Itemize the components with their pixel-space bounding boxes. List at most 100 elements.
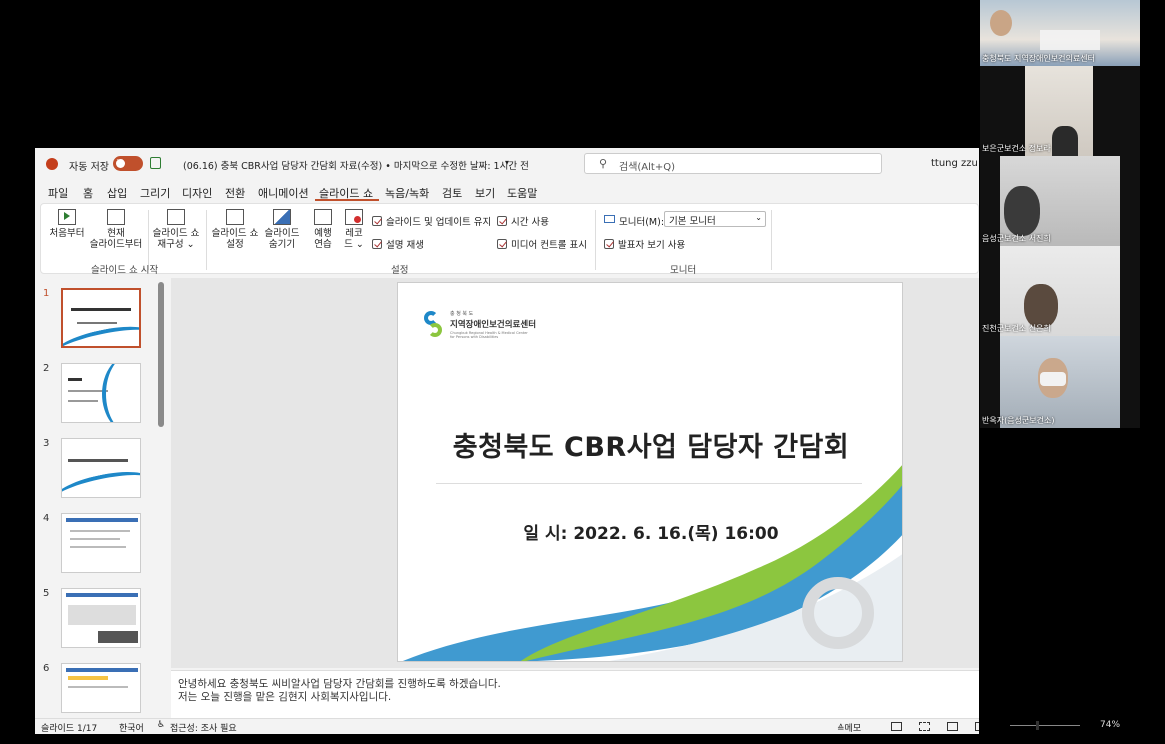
ribbon-panel: 처음부터 현재 슬라이드부터 슬라이드 쇼 재구성 ⌄ 슬라이드 쇼 설정 슬라… bbox=[40, 203, 979, 276]
slide-title: 충청북도 CBR사업 담당자 간담회 bbox=[452, 432, 850, 463]
slideshow-start-icon bbox=[58, 209, 76, 225]
record-label-2: 드 ⌄ bbox=[344, 239, 364, 250]
search-icon: ⚲ bbox=[599, 157, 608, 170]
hide-label-1: 슬라이드 bbox=[264, 228, 300, 239]
participant-video-2[interactable]: 보은군보건소 정보라 bbox=[980, 66, 1140, 156]
setup-show-button[interactable]: 슬라이드 쇼 설정 bbox=[209, 209, 261, 250]
accessibility-status[interactable]: 접근성: 조사 필요 bbox=[170, 721, 237, 734]
checkbox-checked-icon bbox=[497, 239, 507, 249]
monitor-icon bbox=[604, 215, 615, 223]
tab-insert[interactable]: 삽입 bbox=[107, 185, 127, 201]
notes-toggle-button[interactable]: ≙메모 bbox=[837, 721, 861, 734]
tab-file[interactable]: 파일 bbox=[48, 185, 68, 201]
keep-updated-label: 슬라이드 및 업데이트 유지 bbox=[386, 217, 492, 228]
slide-thumbnail-4[interactable] bbox=[61, 513, 141, 573]
org-small-label: 충 청 북 도 bbox=[450, 311, 474, 317]
reading-view-icon[interactable] bbox=[947, 722, 958, 731]
ribbon-divider bbox=[595, 210, 596, 270]
speaker-notes[interactable]: 안녕하세요 충청북도 씨비알사업 담당자 간담회를 진행하도록 하겠습니다. 저… bbox=[171, 670, 979, 718]
participant-name: 진천군보건소 신은희 bbox=[982, 324, 1051, 333]
participant-name: 충청북도 지역장애인보건의료센터 bbox=[982, 54, 1095, 63]
notes-line-2: 저는 오늘 진행을 맡은 김현지 사회복지사입니다. bbox=[178, 691, 392, 703]
language-indicator[interactable]: 한국어 bbox=[119, 721, 144, 734]
org-name: 지역장애인보건의료센터 bbox=[450, 320, 537, 330]
checkbox-checked-icon bbox=[604, 239, 614, 249]
document-title[interactable]: (06.16) 충북 CBR사업 담당자 간담회 자료(수정) • 마지막으로 … bbox=[183, 158, 529, 172]
normal-view-icon[interactable] bbox=[891, 722, 902, 731]
use-timings-checkbox[interactable]: 시간 사용 bbox=[497, 214, 549, 228]
from-current-button[interactable]: 현재 슬라이드부터 bbox=[87, 209, 145, 250]
save-icon[interactable] bbox=[150, 157, 161, 169]
slide-thumbnail-6[interactable] bbox=[61, 663, 141, 713]
tab-help[interactable]: 도움말 bbox=[507, 185, 537, 201]
tab-transitions[interactable]: 전환 bbox=[225, 185, 245, 201]
stopwatch-icon bbox=[314, 209, 332, 225]
media-controls-label: 미디어 컨트롤 표시 bbox=[511, 240, 587, 251]
tab-animations[interactable]: 애니메이션 bbox=[258, 185, 309, 201]
tab-design[interactable]: 디자인 bbox=[182, 185, 212, 201]
group-label-setup: 설정 bbox=[391, 265, 409, 276]
thumbnail-number: 2 bbox=[43, 363, 50, 374]
thumbnail-number: 5 bbox=[43, 588, 50, 599]
setup-label-1: 슬라이드 쇼 bbox=[211, 228, 259, 239]
rehearse-button[interactable]: 예행 연습 bbox=[308, 209, 338, 250]
presenter-view-label: 발표자 보기 사용 bbox=[618, 240, 686, 251]
custom-show-icon bbox=[167, 209, 185, 225]
tab-view[interactable]: 보기 bbox=[475, 185, 495, 201]
tab-home[interactable]: 홈 bbox=[83, 185, 93, 201]
record-label-1: 레코 bbox=[345, 228, 363, 239]
play-narration-label: 설명 재생 bbox=[386, 240, 424, 251]
hide-slide-button[interactable]: 슬라이드 숨기기 bbox=[261, 209, 303, 250]
custom-show-button[interactable]: 슬라이드 쇼 재구성 ⌄ bbox=[151, 209, 201, 250]
thumbnail-number: 4 bbox=[43, 513, 50, 524]
setup-show-icon bbox=[226, 209, 244, 225]
slide-thumbnail-3[interactable] bbox=[61, 438, 141, 498]
hide-label-2: 숨기기 bbox=[268, 239, 296, 250]
group-label-start: 슬라이드 쇼 시작 bbox=[91, 265, 159, 276]
zoom-slider-thumb[interactable] bbox=[1036, 721, 1039, 730]
from-current-label-2: 슬라이드부터 bbox=[89, 239, 143, 250]
media-controls-checkbox[interactable]: 미디어 컨트롤 표시 bbox=[497, 237, 587, 251]
hide-slide-icon bbox=[273, 209, 291, 225]
participant-video-5[interactable]: 반옥자(음성군보건소) bbox=[980, 336, 1140, 428]
participant-video-4[interactable]: 진천군보건소 신은희 bbox=[980, 246, 1140, 336]
participant-video-1[interactable]: 충청북도 지역장애인보건의료센터 bbox=[980, 0, 1140, 66]
slide-thumbnail-1[interactable] bbox=[61, 288, 141, 348]
presenter-view-checkbox[interactable]: 발표자 보기 사용 bbox=[604, 237, 685, 251]
autosave-label: 자동 저장 bbox=[69, 162, 109, 173]
slide-thumbnail-2[interactable] bbox=[61, 363, 141, 423]
chevron-down-icon: ⌄ bbox=[755, 213, 762, 222]
checkbox-checked-icon bbox=[372, 239, 382, 249]
play-narration-checkbox[interactable]: 설명 재생 bbox=[372, 237, 424, 251]
user-name[interactable]: ttung zzu bbox=[931, 158, 978, 169]
ribbon-divider bbox=[148, 210, 149, 270]
setup-label-2: 설정 bbox=[226, 239, 244, 250]
ribbon-divider bbox=[771, 210, 772, 270]
slide-thumbnail-5[interactable] bbox=[61, 588, 141, 648]
slideshow-current-icon bbox=[107, 209, 125, 225]
custom-show-label-2: 재구성 ⌄ bbox=[157, 239, 195, 250]
zoom-level[interactable]: 74% bbox=[1100, 720, 1120, 730]
org-english-name: Chungbuk Regional Health & Medical Cente… bbox=[450, 331, 528, 339]
slideshow-view-icon[interactable] bbox=[975, 722, 979, 731]
from-current-label-1: 현재 bbox=[107, 228, 125, 239]
slide-sorter-icon[interactable] bbox=[919, 722, 930, 731]
search-box[interactable]: ⚲ 검색(Alt+Q) bbox=[584, 153, 882, 174]
zoom-slider[interactable] bbox=[1010, 721, 1080, 730]
thumbnail-scrollbar[interactable] bbox=[158, 282, 164, 427]
use-timings-label: 시간 사용 bbox=[511, 217, 549, 228]
participant-name: 음성군보건소 서진희 bbox=[982, 234, 1051, 243]
chevron-down-icon[interactable]: ▾ bbox=[505, 158, 509, 167]
current-slide[interactable]: 충 청 북 도 지역장애인보건의료센터 Chungbuk Regional He… bbox=[397, 282, 903, 662]
tab-draw[interactable]: 그리기 bbox=[140, 185, 170, 201]
thumbnail-number: 3 bbox=[43, 438, 50, 449]
slide-counter: 슬라이드 1/17 bbox=[41, 724, 98, 734]
monitor-select[interactable]: 기본 모니터 ⌄ bbox=[664, 211, 766, 227]
autosave-toggle[interactable]: 켬 bbox=[113, 156, 143, 171]
from-start-button[interactable]: 처음부터 bbox=[47, 209, 87, 239]
tab-review[interactable]: 검토 bbox=[442, 185, 462, 201]
record-button[interactable]: 레코 드 ⌄ bbox=[339, 209, 369, 250]
tab-record[interactable]: 녹음/녹화 bbox=[385, 185, 429, 201]
participant-video-3[interactable]: 음성군보건소 서진희 bbox=[980, 156, 1140, 246]
keep-updated-checkbox[interactable]: 슬라이드 및 업데이트 유지 bbox=[372, 214, 491, 228]
